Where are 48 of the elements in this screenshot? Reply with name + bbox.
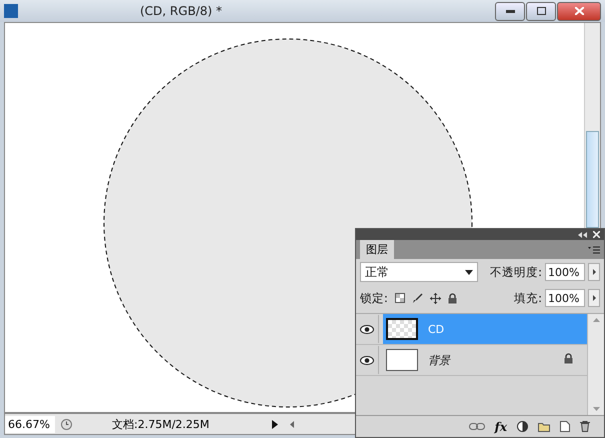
link-icon[interactable]: [468, 423, 485, 430]
menu-icon[interactable]: [588, 246, 600, 254]
lock-all-icon: [448, 292, 457, 304]
layer-thumbnail: [386, 318, 418, 340]
fill-label: 填充:: [514, 290, 542, 306]
clock-icon[interactable]: [61, 418, 72, 430]
minimize-icon: [506, 10, 514, 12]
checkerboard-icon[interactable]: [394, 293, 405, 303]
scroll-thumb[interactable]: [586, 131, 599, 228]
lock-icon: [564, 353, 573, 364]
half-circle-icon[interactable]: [517, 421, 528, 432]
close-icon[interactable]: [593, 231, 600, 238]
layer-name: 背景: [428, 352, 452, 368]
maximize-button[interactable]: [526, 2, 556, 20]
arrow-icon: [592, 269, 596, 275]
lock-label: 锁定:: [360, 290, 388, 306]
zoom-level[interactable]: 66.67%: [5, 416, 55, 432]
eye-icon[interactable]: [360, 324, 374, 334]
minimize-button[interactable]: [495, 2, 525, 20]
move-icon[interactable]: [430, 292, 441, 304]
layer-row[interactable]: 背景: [383, 345, 587, 375]
maximize-icon: [536, 7, 546, 15]
layer-name: CD: [428, 322, 446, 336]
close-button[interactable]: [557, 2, 601, 20]
opacity-label: 不透明度:: [490, 264, 542, 280]
collapse-icon[interactable]: [578, 232, 587, 238]
brush-icon[interactable]: [412, 292, 423, 304]
app-icon: [4, 4, 18, 18]
close-icon: [574, 7, 584, 15]
fill-slider-button[interactable]: [588, 289, 600, 307]
layer-style-button[interactable]: fx: [494, 420, 507, 434]
arrow-icon: [592, 295, 596, 301]
blend-mode-dropdown[interactable]: 正常: [360, 262, 478, 282]
new-page-icon[interactable]: [560, 421, 570, 432]
window-title: (CD, RGB/8) *: [140, 4, 223, 18]
folder-icon[interactable]: [538, 422, 550, 432]
layer-thumbnail: [386, 349, 418, 371]
eye-icon[interactable]: [360, 356, 374, 364]
opacity-field[interactable]: 100%: [545, 263, 585, 281]
caret-icon: [465, 270, 473, 274]
scroll-left-icon[interactable]: [290, 420, 294, 428]
layers-tab[interactable]: 图层: [360, 240, 394, 259]
opacity-slider-button[interactable]: [588, 263, 600, 281]
document-size: 文档:2.75M/2.25M: [112, 416, 210, 432]
play-icon[interactable]: [272, 420, 278, 428]
trash-icon[interactable]: [580, 421, 590, 432]
blend-mode-value: 正常: [365, 264, 389, 280]
fill-field[interactable]: 100%: [545, 289, 585, 307]
